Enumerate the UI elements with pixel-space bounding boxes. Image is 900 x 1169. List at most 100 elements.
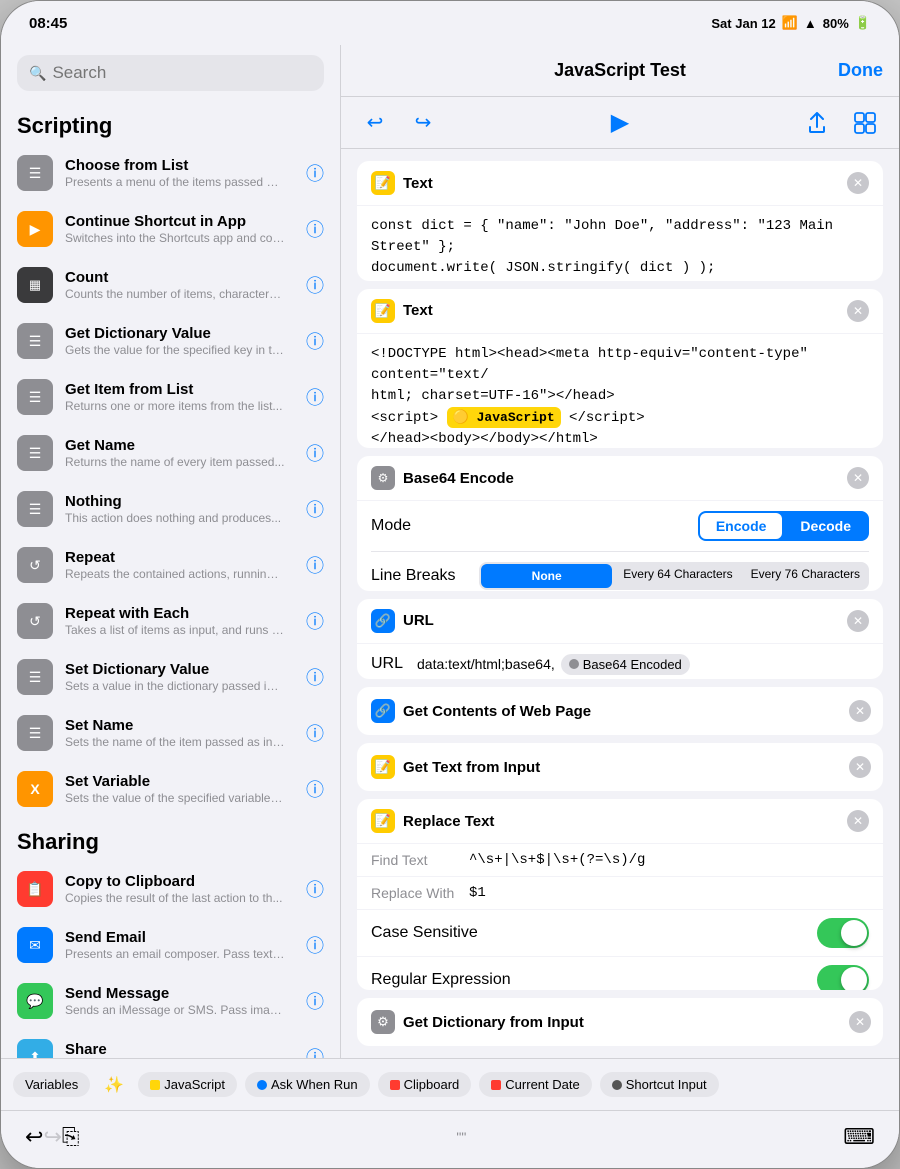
current-date-button[interactable]: Current Date	[479, 1072, 591, 1097]
info-icon-set-variable[interactable]: ⓘ	[306, 776, 324, 802]
right-toolbar: ↩ ↪ ▶	[341, 97, 899, 149]
get-text-close[interactable]: ✕	[849, 756, 871, 778]
wifi-icon: 📶	[782, 15, 798, 31]
action-name-get-name: Get Name	[65, 437, 294, 454]
ask-when-run-label: Ask When Run	[271, 1077, 358, 1092]
action-text-send-email: Send Email Presents an email composer. P…	[65, 929, 294, 961]
action-text-repeat-each: Repeat with Each Takes a list of items a…	[65, 605, 294, 637]
magic-wand-button[interactable]: ✨	[98, 1069, 130, 1101]
info-icon-get-item-list[interactable]: ⓘ	[306, 384, 324, 410]
status-time: 08:45	[29, 15, 67, 32]
action-icon-get-name: ☰	[17, 435, 53, 471]
action-name-send-email: Send Email	[65, 929, 294, 946]
lb-64-button[interactable]: Every 64 Characters	[614, 562, 741, 590]
share-button[interactable]	[799, 105, 835, 141]
replace-text-close[interactable]: ✕	[847, 810, 869, 832]
url-value: data:text/html;base64,	[417, 656, 555, 672]
lb-none-button[interactable]: None	[481, 564, 612, 588]
action-item-repeat[interactable]: ↺ Repeat Repeats the contained actions, …	[1, 537, 340, 593]
left-scroll[interactable]: Scripting ☰ Choose from List Presents a …	[1, 101, 340, 1058]
info-icon-set-dict[interactable]: ⓘ	[306, 664, 324, 690]
get-contents-close[interactable]: ✕	[849, 700, 871, 722]
settings-button[interactable]	[847, 105, 883, 141]
current-date-label: Current Date	[505, 1077, 579, 1092]
action-text-share: Share Prompts to share the input.	[65, 1041, 294, 1058]
status-bar: 08:45 Sat Jan 12 📶 ▲ 80% 🔋	[1, 1, 899, 45]
text-card-2-close[interactable]: ✕	[847, 300, 869, 322]
info-icon-repeat[interactable]: ⓘ	[306, 552, 324, 578]
play-button[interactable]: ▶	[602, 105, 638, 141]
info-icon-count[interactable]: ⓘ	[306, 272, 324, 298]
info-icon-share[interactable]: ⓘ	[306, 1044, 324, 1058]
action-item-count[interactable]: ▦ Count Counts the number of items, char…	[1, 257, 340, 313]
action-item-set-variable[interactable]: X Set Variable Sets the value of the spe…	[1, 761, 340, 817]
info-icon-get-name[interactable]: ⓘ	[306, 440, 324, 466]
system-undo-button[interactable]: ↩	[25, 1124, 43, 1150]
regex-toggle[interactable]	[817, 965, 869, 990]
shortcut-input-button[interactable]: Shortcut Input	[600, 1072, 719, 1097]
info-icon-send-message[interactable]: ⓘ	[306, 988, 324, 1014]
mode-encode-button[interactable]: Encode	[700, 513, 783, 539]
action-icon-send-email: ✉	[17, 927, 53, 963]
main-layout: 🔍 Scripting ☰ Choose from List Presents …	[1, 45, 899, 1058]
clipboard-label: Clipboard	[404, 1077, 460, 1092]
info-icon-get-dict-value[interactable]: ⓘ	[306, 328, 324, 354]
info-icon-send-email[interactable]: ⓘ	[306, 932, 324, 958]
text-card-1: 📝 Text ✕ const dict = { "name": "John Do…	[357, 161, 883, 281]
action-text-get-item-list: Get Item from List Returns one or more i…	[65, 381, 294, 413]
info-icon-set-name[interactable]: ⓘ	[306, 720, 324, 746]
lb-76-button[interactable]: Every 76 Characters	[742, 562, 869, 590]
action-item-nothing[interactable]: ☰ Nothing This action does nothing and p…	[1, 481, 340, 537]
system-redo-button[interactable]: ↪	[43, 1124, 61, 1150]
base64-mode-row: Mode Encode Decode	[357, 501, 883, 551]
right-scroll[interactable]: 📝 Text ✕ const dict = { "name": "John Do…	[341, 149, 899, 1058]
action-item-get-dict-value[interactable]: ☰ Get Dictionary Value Gets the value fo…	[1, 313, 340, 369]
redo-button[interactable]: ↪	[405, 105, 441, 141]
system-paste-button[interactable]: ⎘	[62, 1124, 80, 1150]
undo-button[interactable]: ↩	[357, 105, 393, 141]
action-item-copy-clipboard[interactable]: 📋 Copy to Clipboard Copies the result of…	[1, 861, 340, 917]
action-item-choose-from-list[interactable]: ☰ Choose from List Presents a menu of th…	[1, 145, 340, 201]
action-icon-copy-clipboard: 📋	[17, 871, 53, 907]
action-item-set-dict[interactable]: ☰ Set Dictionary Value Sets a value in t…	[1, 649, 340, 705]
action-item-send-email[interactable]: ✉ Send Email Presents an email composer.…	[1, 917, 340, 973]
clipboard-var-button[interactable]: Clipboard	[378, 1072, 472, 1097]
action-item-share[interactable]: ⬆ Share Prompts to share the input. ⓘ	[1, 1029, 340, 1058]
action-item-set-name[interactable]: ☰ Set Name Sets the name of the item pas…	[1, 705, 340, 761]
action-item-continue-shortcut[interactable]: ▶ Continue Shortcut in App Switches into…	[1, 201, 340, 257]
javascript-var-button[interactable]: JavaScript	[138, 1072, 237, 1097]
action-item-get-name[interactable]: ☰ Get Name Returns the name of every ite…	[1, 425, 340, 481]
action-name-send-message: Send Message	[65, 985, 294, 1002]
info-icon-copy-clipboard[interactable]: ⓘ	[306, 876, 324, 902]
keyboard-down-button[interactable]: ⌨	[843, 1124, 875, 1150]
action-desc-send-message: Sends an iMessage or SMS. Pass image...	[65, 1003, 285, 1017]
ask-when-run-button[interactable]: Ask When Run	[245, 1072, 370, 1097]
action-item-repeat-each[interactable]: ↺ Repeat with Each Takes a list of items…	[1, 593, 340, 649]
url-card-close[interactable]: ✕	[847, 610, 869, 632]
base64-card-close[interactable]: ✕	[847, 467, 869, 489]
info-icon-continue-shortcut[interactable]: ⓘ	[306, 216, 324, 242]
status-date: Sat Jan 12 📶 ▲ 80% 🔋	[711, 15, 871, 31]
action-item-send-message[interactable]: 💬 Send Message Sends an iMessage or SMS.…	[1, 973, 340, 1029]
action-desc-send-email: Presents an email composer. Pass text i.…	[65, 947, 285, 961]
case-sensitive-toggle[interactable]	[817, 918, 869, 948]
done-button[interactable]: Done	[838, 60, 883, 81]
search-input[interactable]	[52, 63, 312, 83]
get-dict-close[interactable]: ✕	[849, 1011, 871, 1033]
shortcut-input-label: Shortcut Input	[626, 1077, 707, 1092]
section-header-sharing: Sharing	[1, 817, 340, 861]
search-bar[interactable]: 🔍	[17, 55, 324, 91]
action-item-get-item-list[interactable]: ☰ Get Item from List Returns one or more…	[1, 369, 340, 425]
text-card-1-close[interactable]: ✕	[847, 172, 869, 194]
text-card-2-content: <!DOCTYPE html><head><meta http-equiv="c…	[371, 344, 869, 449]
replace-text-card: 📝 Replace Text ✕ Find Text ^\s+|\s+$|\s+…	[357, 799, 883, 990]
linebreaks-control: None Every 64 Characters Every 76 Charac…	[479, 562, 869, 590]
mode-decode-button[interactable]: Decode	[784, 513, 867, 539]
action-name-continue-shortcut: Continue Shortcut in App	[65, 213, 294, 230]
info-icon-repeat-each[interactable]: ⓘ	[306, 608, 324, 634]
info-icon-nothing[interactable]: ⓘ	[306, 496, 324, 522]
search-icon: 🔍	[29, 65, 46, 82]
info-icon-choose-from-list[interactable]: ⓘ	[306, 160, 324, 186]
text-card-1-title: Text	[403, 175, 839, 192]
variables-button[interactable]: Variables	[13, 1072, 90, 1097]
